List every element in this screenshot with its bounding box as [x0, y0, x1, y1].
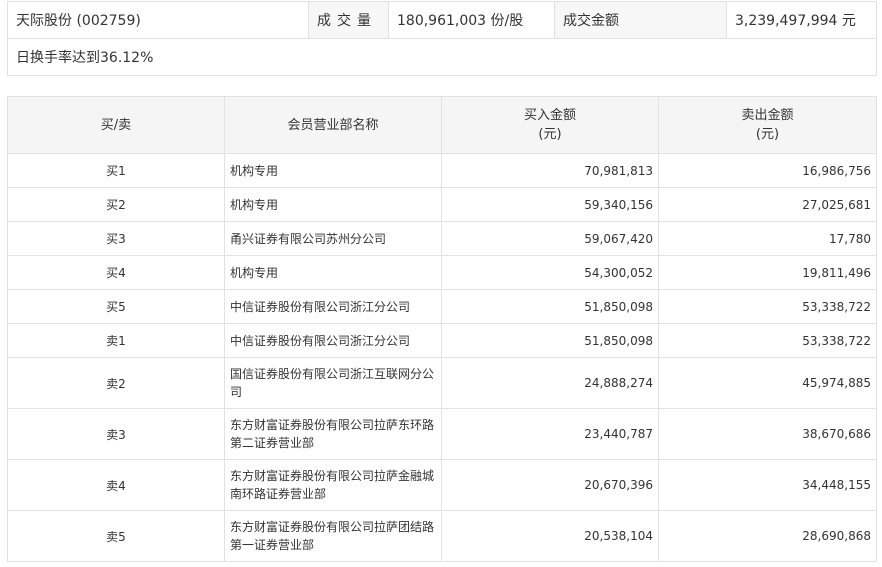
row-side: 买4	[7, 255, 225, 290]
row-buy: 20,538,104	[441, 510, 659, 562]
row-buy: 24,888,274	[441, 357, 659, 409]
row-side: 买1	[7, 153, 225, 188]
row-buy: 59,067,420	[441, 221, 659, 256]
table-header-row: 买/卖 会员营业部名称 买入金额 (元) 卖出金额 (元)	[7, 96, 877, 154]
header-buy-label: 买入金额	[523, 108, 576, 123]
row-dept-line1: 东方财富证券股份有限公司拉萨东环路	[230, 418, 435, 432]
row-sell: 19,811,496	[658, 255, 877, 290]
stock-name: 天际股份 (002759)	[7, 1, 309, 39]
volume-value: 180,961,003 份/股	[388, 1, 555, 39]
header-sell-unit: (元)	[755, 127, 780, 142]
row-buy: 54,300,052	[441, 255, 659, 290]
table-row: 买1 机构专用 70,981,813 16,986,756	[7, 153, 877, 188]
row-sell: 45,974,885	[658, 357, 877, 409]
row-sell: 53,338,722	[658, 289, 877, 324]
row-side: 卖3	[7, 408, 225, 460]
row-side: 买5	[7, 289, 225, 324]
row-sell: 27,025,681	[658, 187, 877, 222]
row-sell: 17,780	[658, 221, 877, 256]
row-dept: 中信证券股份有限公司浙江分公司	[224, 289, 442, 324]
row-side: 卖5	[7, 510, 225, 562]
row-buy: 59,340,156	[441, 187, 659, 222]
row-sell: 28,690,868	[658, 510, 877, 562]
table-row: 买3 甬兴证券有限公司苏州分公司 59,067,420 17,780	[7, 221, 877, 256]
row-dept: 东方财富证券股份有限公司拉萨金融城 南环路证券营业部	[224, 459, 442, 511]
row-dept-line2: 第一证券营业部	[230, 538, 315, 552]
row-side: 买2	[7, 187, 225, 222]
table-row: 买2 机构专用 59,340,156 27,025,681	[7, 187, 877, 222]
table-row: 卖2 国信证券股份有限公司浙江互联网分公司 24,888,274 45,974,…	[7, 357, 877, 409]
stock-summary-table: 天际股份 (002759) 成交量 180,961,003 份/股 成交金额 3…	[7, 1, 877, 76]
table-row: 卖4 东方财富证券股份有限公司拉萨金融城 南环路证券营业部 20,670,396 …	[7, 459, 877, 511]
row-sell: 34,448,155	[658, 459, 877, 511]
table-row: 买5 中信证券股份有限公司浙江分公司 51,850,098 53,338,722	[7, 289, 877, 324]
header-side: 买/卖	[7, 96, 225, 154]
row-dept-line2: 司	[230, 385, 243, 399]
header-buy: 买入金额 (元)	[441, 96, 659, 154]
row-buy: 23,440,787	[441, 408, 659, 460]
row-side: 买3	[7, 221, 225, 256]
turnover-note: 日换手率达到36.12%	[7, 38, 877, 76]
row-side: 卖4	[7, 459, 225, 511]
table-row: 卖5 东方财富证券股份有限公司拉萨团结路 第一证券营业部 20,538,104 2…	[7, 510, 877, 562]
table-row: 卖3 东方财富证券股份有限公司拉萨东环路 第二证券营业部 23,440,787 3…	[7, 408, 877, 460]
header-sell: 卖出金额 (元)	[658, 96, 877, 154]
row-sell: 38,670,686	[658, 408, 877, 460]
row-sell: 16,986,756	[658, 153, 877, 188]
table-row: 卖1 中信证券股份有限公司浙江分公司 51,850,098 53,338,722	[7, 323, 877, 358]
row-dept-line1: 国信证券股份有限公司浙江互联网分公	[230, 367, 435, 381]
row-dept-line1: 东方财富证券股份有限公司拉萨团结路	[230, 520, 435, 534]
row-buy: 70,981,813	[441, 153, 659, 188]
amount-label: 成交金额	[554, 1, 727, 39]
row-side: 卖1	[7, 323, 225, 358]
header-sell-label: 卖出金额	[741, 108, 794, 123]
row-dept: 东方财富证券股份有限公司拉萨团结路 第一证券营业部	[224, 510, 442, 562]
row-dept: 机构专用	[224, 255, 442, 290]
trading-detail-table: 买/卖 会员营业部名称 买入金额 (元) 卖出金额 (元) 买1 机构专用 70…	[7, 96, 877, 562]
row-side: 卖2	[7, 357, 225, 409]
header-dept: 会员营业部名称	[224, 96, 442, 154]
row-buy: 51,850,098	[441, 289, 659, 324]
row-dept-line2: 第二证券营业部	[230, 436, 315, 450]
row-dept: 东方财富证券股份有限公司拉萨东环路 第二证券营业部	[224, 408, 442, 460]
table-row: 买4 机构专用 54,300,052 19,811,496	[7, 255, 877, 290]
row-dept: 中信证券股份有限公司浙江分公司	[224, 323, 442, 358]
row-dept-line1: 东方财富证券股份有限公司拉萨金融城	[230, 469, 435, 483]
row-buy: 51,850,098	[441, 323, 659, 358]
amount-value: 3,239,497,994 元	[726, 1, 877, 39]
volume-label: 成交量	[308, 1, 389, 39]
row-dept-line2: 南环路证券营业部	[230, 487, 327, 501]
row-dept: 甬兴证券有限公司苏州分公司	[224, 221, 442, 256]
row-dept: 机构专用	[224, 187, 442, 222]
row-sell: 53,338,722	[658, 323, 877, 358]
row-dept: 国信证券股份有限公司浙江互联网分公司	[224, 357, 442, 409]
header-buy-unit: (元)	[538, 127, 562, 142]
row-buy: 20,670,396	[441, 459, 659, 511]
row-dept: 机构专用	[224, 153, 442, 188]
